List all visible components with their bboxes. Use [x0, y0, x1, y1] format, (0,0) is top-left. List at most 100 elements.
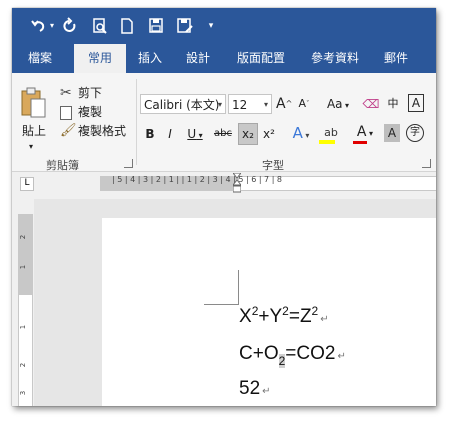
ribbon: 貼上 ▾ ✂ 剪下 複製 🖌 複製格式 剪貼簿 Calibri (本文) ▾ 1… [12, 73, 436, 172]
grow-font-button[interactable]: A^ [276, 95, 292, 113]
paste-dropdown-icon[interactable]: ▾ [29, 139, 33, 155]
enclose-characters-label: 字 [410, 127, 420, 138]
selected-subscript-run: 2 [278, 354, 286, 368]
indent-marker-icon[interactable] [231, 172, 243, 195]
phonetic-guide-label: 中 [387, 97, 399, 110]
text-effects-button[interactable]: A ▾ [288, 124, 314, 145]
text-run: X [239, 306, 252, 327]
group-separator [136, 79, 137, 165]
format-painter-icon: 🖌 [60, 123, 77, 138]
subscript-label: x₂ [242, 127, 254, 141]
format-painter-label: 複製格式 [78, 124, 127, 138]
font-name-value: Calibri (本文) [144, 98, 220, 112]
text-run: +Y [258, 306, 283, 327]
character-border-button[interactable]: A [408, 94, 424, 112]
highlighter-icon: ab [324, 126, 338, 139]
vruler-number: 1 [19, 324, 28, 330]
strikethrough-label: abc [214, 128, 232, 139]
character-border-label: A [411, 96, 421, 110]
highlight-button[interactable]: ab [318, 123, 344, 144]
text-run: =CO2 [285, 343, 336, 364]
tab-references[interactable]: 參考資料 [302, 44, 368, 73]
font-color-button[interactable]: A ▾ [352, 123, 378, 144]
paste-label: 貼上 [22, 124, 47, 138]
save-as-icon[interactable] [176, 16, 194, 36]
document-line-equation[interactable]: X2+Y2=Z2↵ [239, 304, 329, 328]
font-size-dropdown-icon[interactable]: ▾ [264, 95, 268, 115]
text-effects-label: A [292, 124, 303, 142]
font-dialog-launcher-icon[interactable] [422, 159, 431, 168]
tab-layout[interactable]: 版面配置 [228, 44, 294, 73]
change-case-label: Aa [326, 97, 343, 111]
tab-selector[interactable]: L [20, 177, 34, 191]
grow-font-label: A [276, 96, 286, 112]
character-shading-button[interactable]: A [384, 124, 400, 142]
font-name-dropdown-icon[interactable]: ▾ [218, 95, 222, 115]
margin-corner-mark [204, 304, 239, 305]
copy-icon [60, 106, 72, 120]
tab-home[interactable]: 常用 [74, 44, 126, 74]
enclose-characters-button[interactable]: 字 [406, 124, 424, 142]
tab-insert[interactable]: 插入 [130, 44, 170, 73]
cut-button[interactable]: ✂ 剪下 [60, 85, 120, 103]
font-color-bar [353, 141, 367, 144]
font-group-label: 字型 [262, 159, 284, 172]
tab-design[interactable]: 設計 [178, 44, 218, 73]
vruler-number: 2 [19, 362, 28, 368]
clipboard-dialog-launcher-icon[interactable] [124, 159, 133, 168]
shrink-font-label: A [298, 97, 307, 110]
undo-icon[interactable] [30, 16, 46, 36]
clipboard-group-label: 剪貼簿 [46, 159, 79, 172]
cut-label: 剪下 [78, 86, 103, 100]
superscript-run: 2 [282, 304, 289, 318]
redo-icon[interactable] [62, 16, 78, 36]
italic-label: I [168, 127, 172, 141]
new-document-icon[interactable] [120, 16, 134, 36]
vruler-number: 1 [19, 264, 28, 270]
superscript-label: x² [263, 127, 275, 141]
undo-dropdown-icon[interactable]: ▾ [48, 16, 56, 36]
tab-mailings[interactable]: 郵件 [376, 44, 416, 73]
phonetic-guide-button[interactable]: 中 [384, 95, 402, 113]
scissors-icon: ✂ [60, 85, 72, 101]
text-run: 52 [239, 378, 261, 399]
tab-file[interactable]: 檔案 [18, 44, 62, 73]
paste-icon [21, 87, 46, 118]
paragraph-mark: ↵ [337, 351, 346, 362]
change-case-button[interactable]: Aa ▾ [324, 95, 352, 115]
format-painter-button[interactable]: 🖌 複製格式 [60, 123, 130, 141]
character-shading-label: A [387, 126, 397, 140]
text-run: C+O [239, 343, 279, 364]
ribbon-tabs: 檔案 常用 插入 設計 版面配置 參考資料 郵件 [12, 44, 436, 74]
margin-corner-mark [238, 270, 239, 304]
superscript-run: 2 [251, 304, 259, 318]
paste-button[interactable]: 貼上 ▾ [18, 85, 48, 151]
font-size-value: 12 [232, 98, 248, 112]
superscript-button[interactable]: x² [260, 125, 278, 143]
customize-qat-icon[interactable]: ▾ [206, 16, 216, 36]
highlight-color-bar [319, 140, 335, 144]
document-line-number[interactable]: 52 ↵ [239, 378, 271, 400]
font-name-combo[interactable]: Calibri (本文) ▾ [140, 94, 226, 114]
italic-button[interactable]: I [162, 125, 178, 143]
underline-label: U [187, 127, 197, 141]
strikethrough-button[interactable]: abc [212, 125, 234, 143]
copy-button[interactable]: 複製 [60, 104, 120, 122]
underline-button[interactable]: U ▾ [182, 125, 208, 145]
superscript-run: 2 [311, 304, 319, 318]
shrink-font-button[interactable]: Aˇ [296, 95, 312, 113]
vertical-ruler[interactable]: 2 1 1 2 3 [18, 214, 33, 406]
bold-button[interactable]: B [142, 125, 158, 143]
subscript-button[interactable]: x₂ [238, 123, 258, 145]
word-window: ▾ ▾ 檔案 常用 插入 設計 版面配置 參考資料 郵件 貼上 ▾ ✂ 剪下 複… [12, 8, 436, 406]
save-icon[interactable] [148, 16, 164, 36]
paragraph-mark: ↵ [320, 314, 329, 325]
ruler-numbers: | 5 | 4 | 3 | 2 | 1 | | 1 | 2 | 3 | 4 | … [112, 175, 283, 184]
clear-formatting-icon[interactable]: ⌫ [362, 95, 380, 113]
vruler-number: 3 [19, 390, 28, 396]
print-preview-icon[interactable] [92, 16, 108, 36]
font-size-combo[interactable]: 12 ▾ [228, 94, 272, 114]
vruler-margin-shade [19, 215, 32, 295]
copy-label: 複製 [78, 105, 103, 119]
document-line-formula[interactable]: C+O2=CO2 ↵ [239, 343, 346, 368]
